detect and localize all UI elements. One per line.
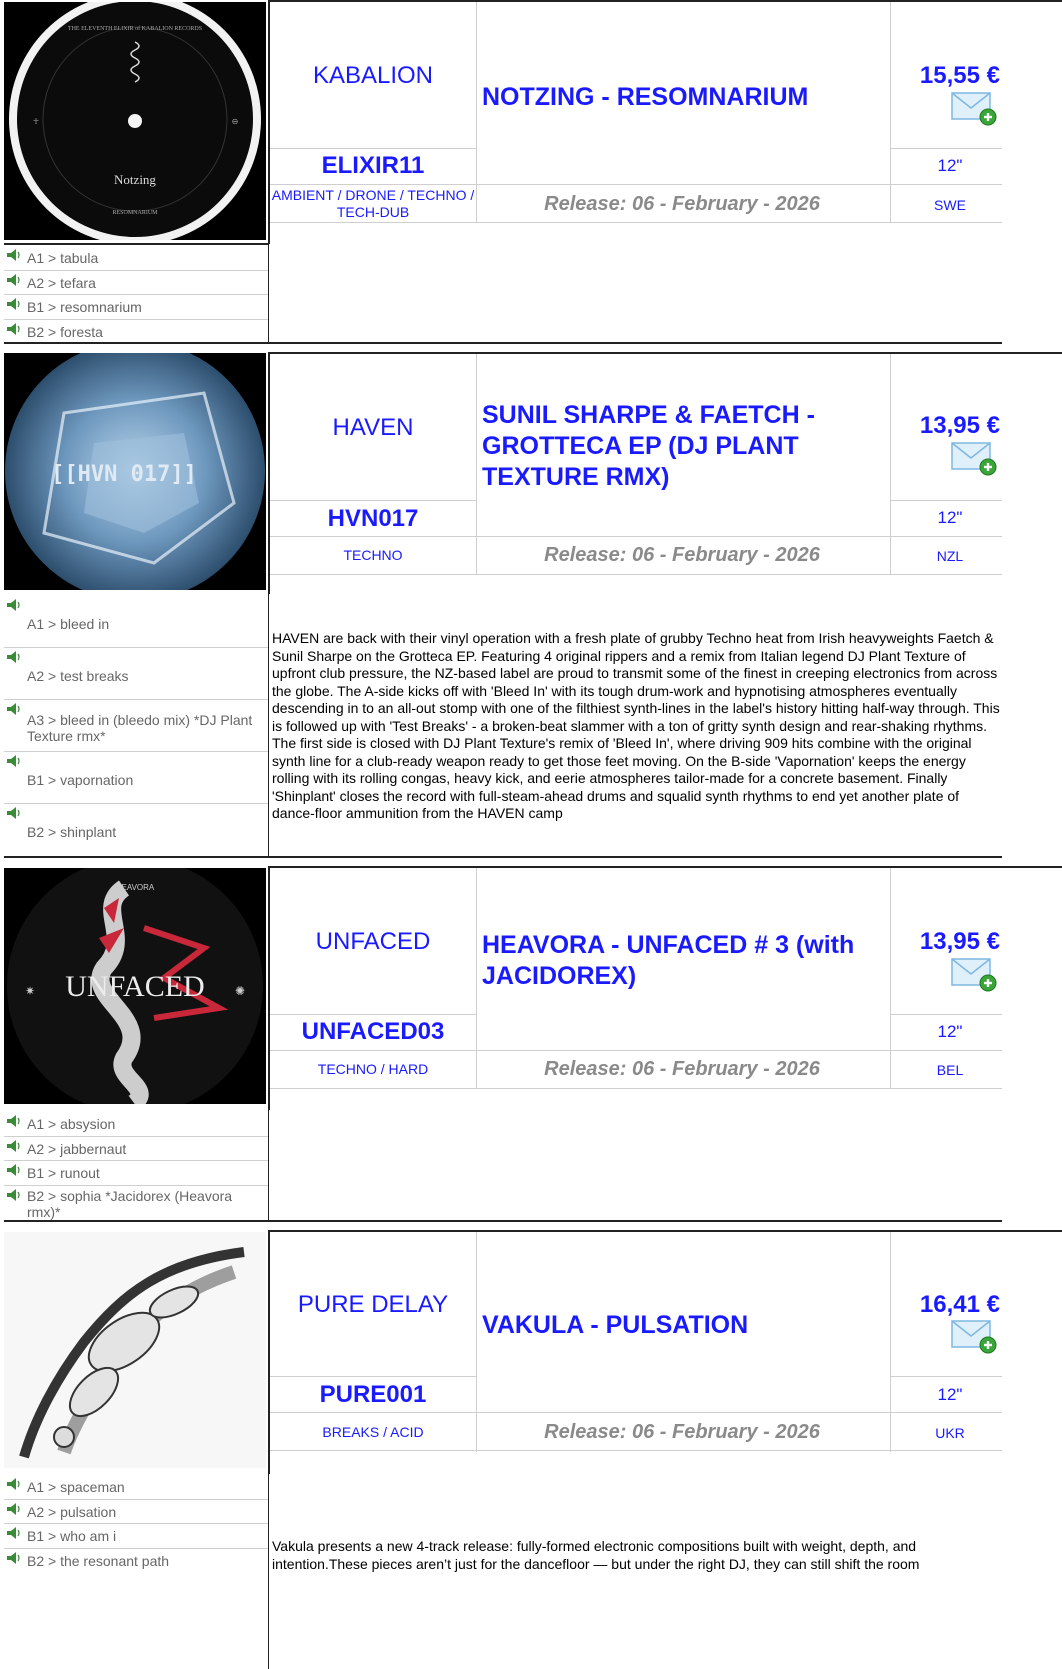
cover-image[interactable]: UNFACED HEAVORA ✷ ✺ <box>4 868 266 1104</box>
release-description: Vakula presents a new 4-track release: f… <box>272 1538 920 1572</box>
catalog-number[interactable]: ELIXIR11 <box>270 152 476 180</box>
release-description: HAVEN are back with their vinyl operatio… <box>272 630 1000 821</box>
release-title[interactable]: VAKULA - PULSATION <box>482 1310 882 1341</box>
cover-title-text: RESOMNARIUM <box>112 210 158 216</box>
country: BEL <box>936 1062 964 1078</box>
price: 13,95 € <box>919 412 1000 439</box>
catalog-number[interactable]: UNFACED03 <box>270 1018 476 1046</box>
svg-text:☥: ☥ <box>33 117 39 126</box>
track-item[interactable]: B2 > the resonant path <box>4 1549 268 1574</box>
track-item[interactable]: B1 > who am i <box>4 1524 268 1549</box>
label-link[interactable]: UNFACED <box>270 928 476 956</box>
label-link[interactable]: PURE DELAY <box>270 1291 476 1319</box>
track-item[interactable]: A1 > absysion <box>4 1112 268 1137</box>
speaker-icon[interactable] <box>6 703 22 715</box>
track-item[interactable]: A1 > bleed in <box>4 596 268 648</box>
speaker-icon[interactable] <box>6 274 22 286</box>
speaker-icon[interactable] <box>6 249 22 261</box>
cover-artist-text: Notzing <box>114 172 156 187</box>
svg-text:✷: ✷ <box>25 984 35 998</box>
track-item[interactable]: B1 > vapornation <box>4 752 268 804</box>
track-item[interactable]: A2 > pulsation <box>4 1500 268 1524</box>
price: 13,95 € <box>919 928 1000 955</box>
email-add-icon[interactable] <box>950 90 998 126</box>
format: 12" <box>937 1385 963 1404</box>
cover-ring-text: THE ELEVENTH ELIXIR of KABALION RECORDS <box>68 25 202 32</box>
speaker-icon[interactable] <box>6 599 22 611</box>
speaker-icon[interactable] <box>6 1503 22 1515</box>
cover-title-text: UNFACED <box>65 970 204 1003</box>
speaker-icon[interactable] <box>6 807 22 819</box>
format: 12" <box>937 508 963 527</box>
country: SWE <box>934 197 966 213</box>
speaker-icon[interactable] <box>6 323 22 335</box>
track-item[interactable]: B2 > shinplant <box>4 804 268 856</box>
track-item[interactable]: B1 > runout <box>4 1161 268 1186</box>
speaker-icon[interactable] <box>6 1115 22 1127</box>
email-add-icon[interactable] <box>950 440 998 476</box>
release-date: Release: 06 - February - 2026 <box>544 193 820 215</box>
tracklist: A1 > spaceman A2 > pulsation B1 > who am… <box>4 1475 268 1573</box>
genre[interactable]: AMBIENT / DRONE / TECHNO / TECH-DUB <box>270 187 476 221</box>
track-item[interactable]: B1 > resomnarium <box>4 295 268 320</box>
label-link[interactable]: KABALION <box>270 62 476 90</box>
speaker-icon[interactable] <box>6 298 22 310</box>
format: 12" <box>937 1022 963 1041</box>
speaker-icon[interactable] <box>6 1164 22 1176</box>
track-item[interactable]: A1 > tabula <box>4 246 268 271</box>
track-item[interactable]: A3 > bleed in (bleedo mix) *DJ Plant Tex… <box>4 700 268 752</box>
track-item[interactable]: B2 > sophia *Jacidorex (Heavora rmx)* <box>4 1186 268 1222</box>
genre[interactable]: TECHNO / HARD <box>270 1061 476 1078</box>
release-date: Release: 06 - February - 2026 <box>544 544 820 566</box>
genre[interactable]: TECHNO <box>270 547 476 564</box>
release-title[interactable]: SUNIL SHARPE & FAETCH - GROTTECA EP (DJ … <box>482 400 882 493</box>
release-date: Release: 06 - February - 2026 <box>544 1421 820 1443</box>
genre[interactable]: BREAKS / ACID <box>270 1424 476 1441</box>
speaker-icon[interactable] <box>6 1189 22 1201</box>
country: NZL <box>936 548 964 564</box>
cover-image[interactable] <box>4 1232 266 1468</box>
country: UKR <box>935 1425 965 1441</box>
speaker-icon[interactable] <box>6 1527 22 1539</box>
speaker-icon[interactable] <box>6 1478 22 1490</box>
speaker-icon[interactable] <box>6 1140 22 1152</box>
catalog-number[interactable]: HVN017 <box>270 505 476 533</box>
cover-image[interactable]: [[HVN 017]] <box>4 353 266 590</box>
catalog-number[interactable]: PURE001 <box>270 1381 476 1409</box>
svg-text:⊖: ⊖ <box>232 117 239 126</box>
tracklist: A1 > absysion A2 > jabbernaut B1 > runou… <box>4 1112 268 1222</box>
speaker-icon[interactable] <box>6 1552 22 1564</box>
release-date: Release: 06 - February - 2026 <box>544 1058 820 1080</box>
price: 16,41 € <box>919 1291 1000 1318</box>
format: 12" <box>937 156 963 175</box>
cover-image[interactable]: Notzing RESOMNARIUM THE ELEVENTH ELIXIR … <box>4 2 266 240</box>
cover-artist-text: HEAVORA <box>116 883 155 892</box>
speaker-icon[interactable] <box>6 755 22 767</box>
cover-text: [[HVN 017]] <box>51 462 197 487</box>
email-add-icon[interactable] <box>950 956 998 992</box>
svg-text:✺: ✺ <box>235 984 245 998</box>
track-item[interactable]: A1 > spaceman <box>4 1475 268 1500</box>
tracklist: A1 > bleed in A2 > test breaks A3 > blee… <box>4 596 268 856</box>
track-item[interactable]: A2 > tefara <box>4 271 268 295</box>
speaker-icon[interactable] <box>6 651 22 663</box>
track-item[interactable]: A2 > test breaks <box>4 648 268 700</box>
label-link[interactable]: HAVEN <box>270 414 476 442</box>
release-title[interactable]: HEAVORA - UNFACED # 3 (with JACIDOREX) <box>482 930 882 992</box>
track-item[interactable]: A2 > jabbernaut <box>4 1137 268 1161</box>
tracklist: A1 > tabula A2 > tefara B1 > resomnarium… <box>4 246 268 344</box>
price: 15,55 € <box>919 62 1000 89</box>
track-item[interactable]: B2 > foresta <box>4 320 268 344</box>
release-title[interactable]: NOTZING - RESOMNARIUM <box>482 82 882 113</box>
email-add-icon[interactable] <box>950 1318 998 1354</box>
